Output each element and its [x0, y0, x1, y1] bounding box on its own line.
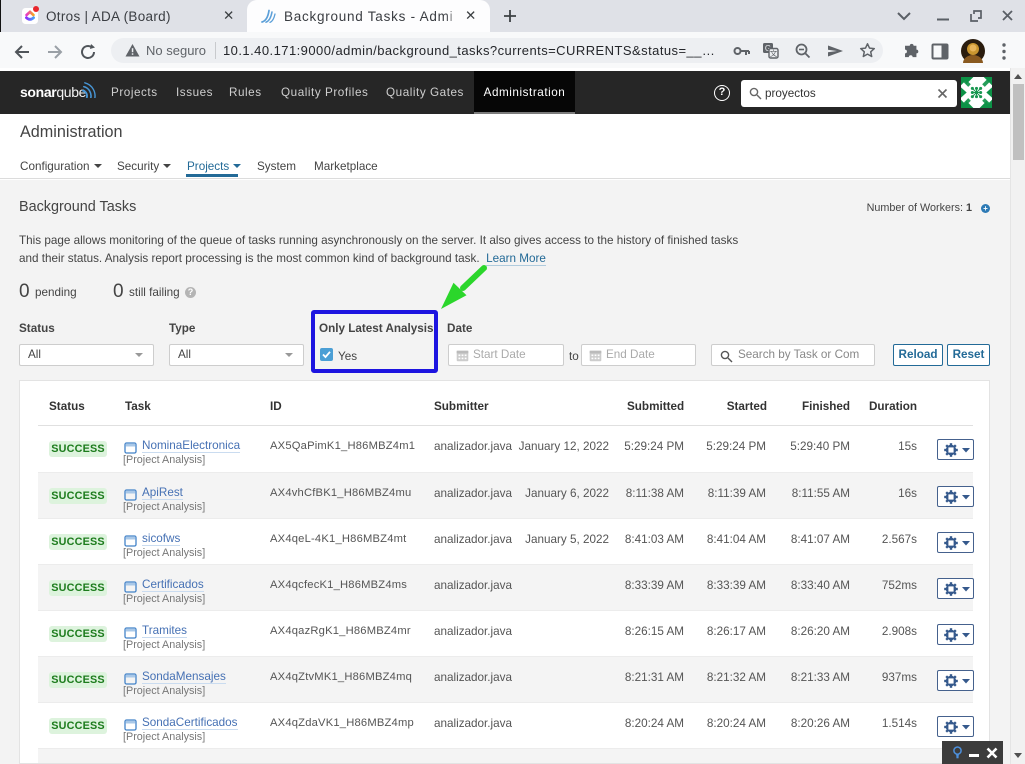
svg-text:文: 文 [770, 48, 778, 58]
